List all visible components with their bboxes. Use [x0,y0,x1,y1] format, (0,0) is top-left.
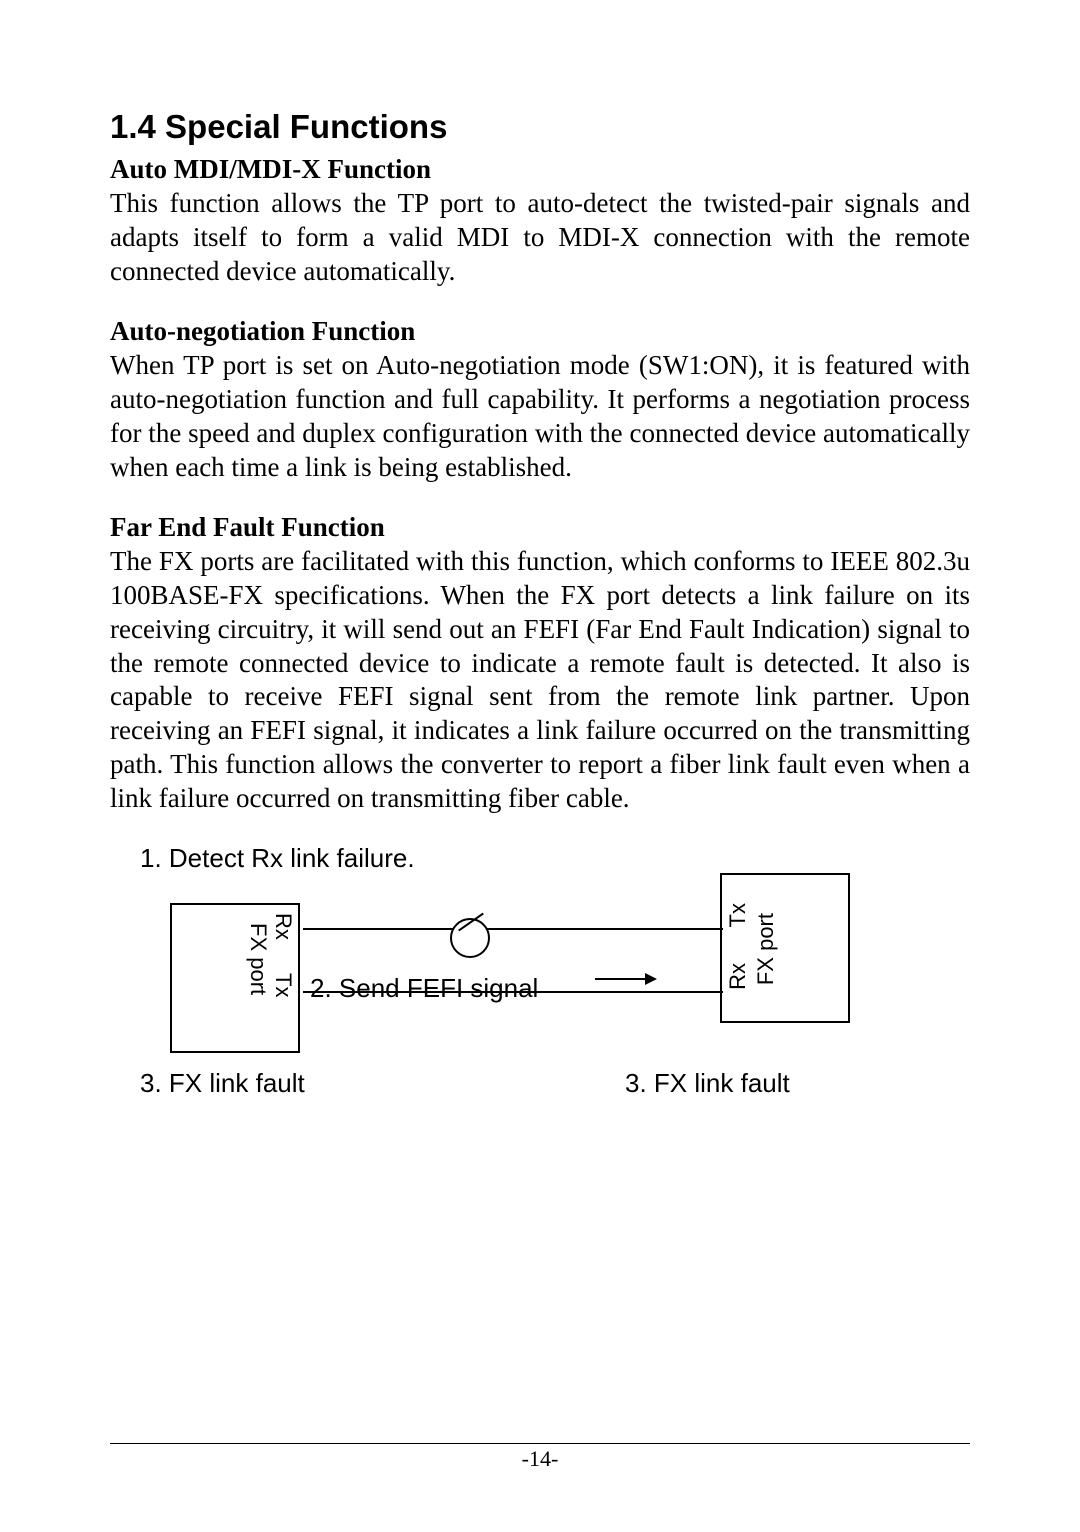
diagram-step-1: 1. Detect Rx link failure. [140,843,415,874]
page-number: -14- [522,1446,559,1471]
fefi-diagram: 1. Detect Rx link failure. Rx Tx FX port… [140,843,860,1103]
arrow-icon [595,978,655,980]
rx-label-left: Rx [270,913,296,940]
fxport-label-right: FX port [753,913,779,985]
rx-line [303,928,723,930]
subsection-title-far-end-fault: Far End Fault Function [110,512,970,543]
subsection-body-auto-negotiation: When TP port is set on Auto-negotiation … [110,349,970,484]
tx-label-left: Tx [270,973,296,997]
rx-label-right: Rx [725,963,751,990]
diagram-step-2: 2. Send FEFI signal [310,973,538,1004]
section-heading: 1.4 Special Functions [110,108,970,146]
subsection-body-auto-mdi: This function allows the TP port to auto… [110,187,970,288]
footer-divider [110,1443,970,1444]
fxport-label-left: FX port [245,923,271,995]
tx-label-right: Tx [725,903,751,927]
subsection-title-auto-mdi: Auto MDI/MDI-X Function [110,154,970,185]
break-circle-icon [450,918,490,958]
subsection-body-far-end-fault: The FX ports are facilitated with this f… [110,545,970,815]
diagram-step-3-left: 3. FX link fault [140,1068,305,1099]
page-footer: -14- [110,1443,970,1472]
subsection-title-auto-negotiation: Auto-negotiation Function [110,316,970,347]
diagram-step-3-right: 3. FX link fault [625,1068,790,1099]
fx-port-box-right [720,873,850,1023]
